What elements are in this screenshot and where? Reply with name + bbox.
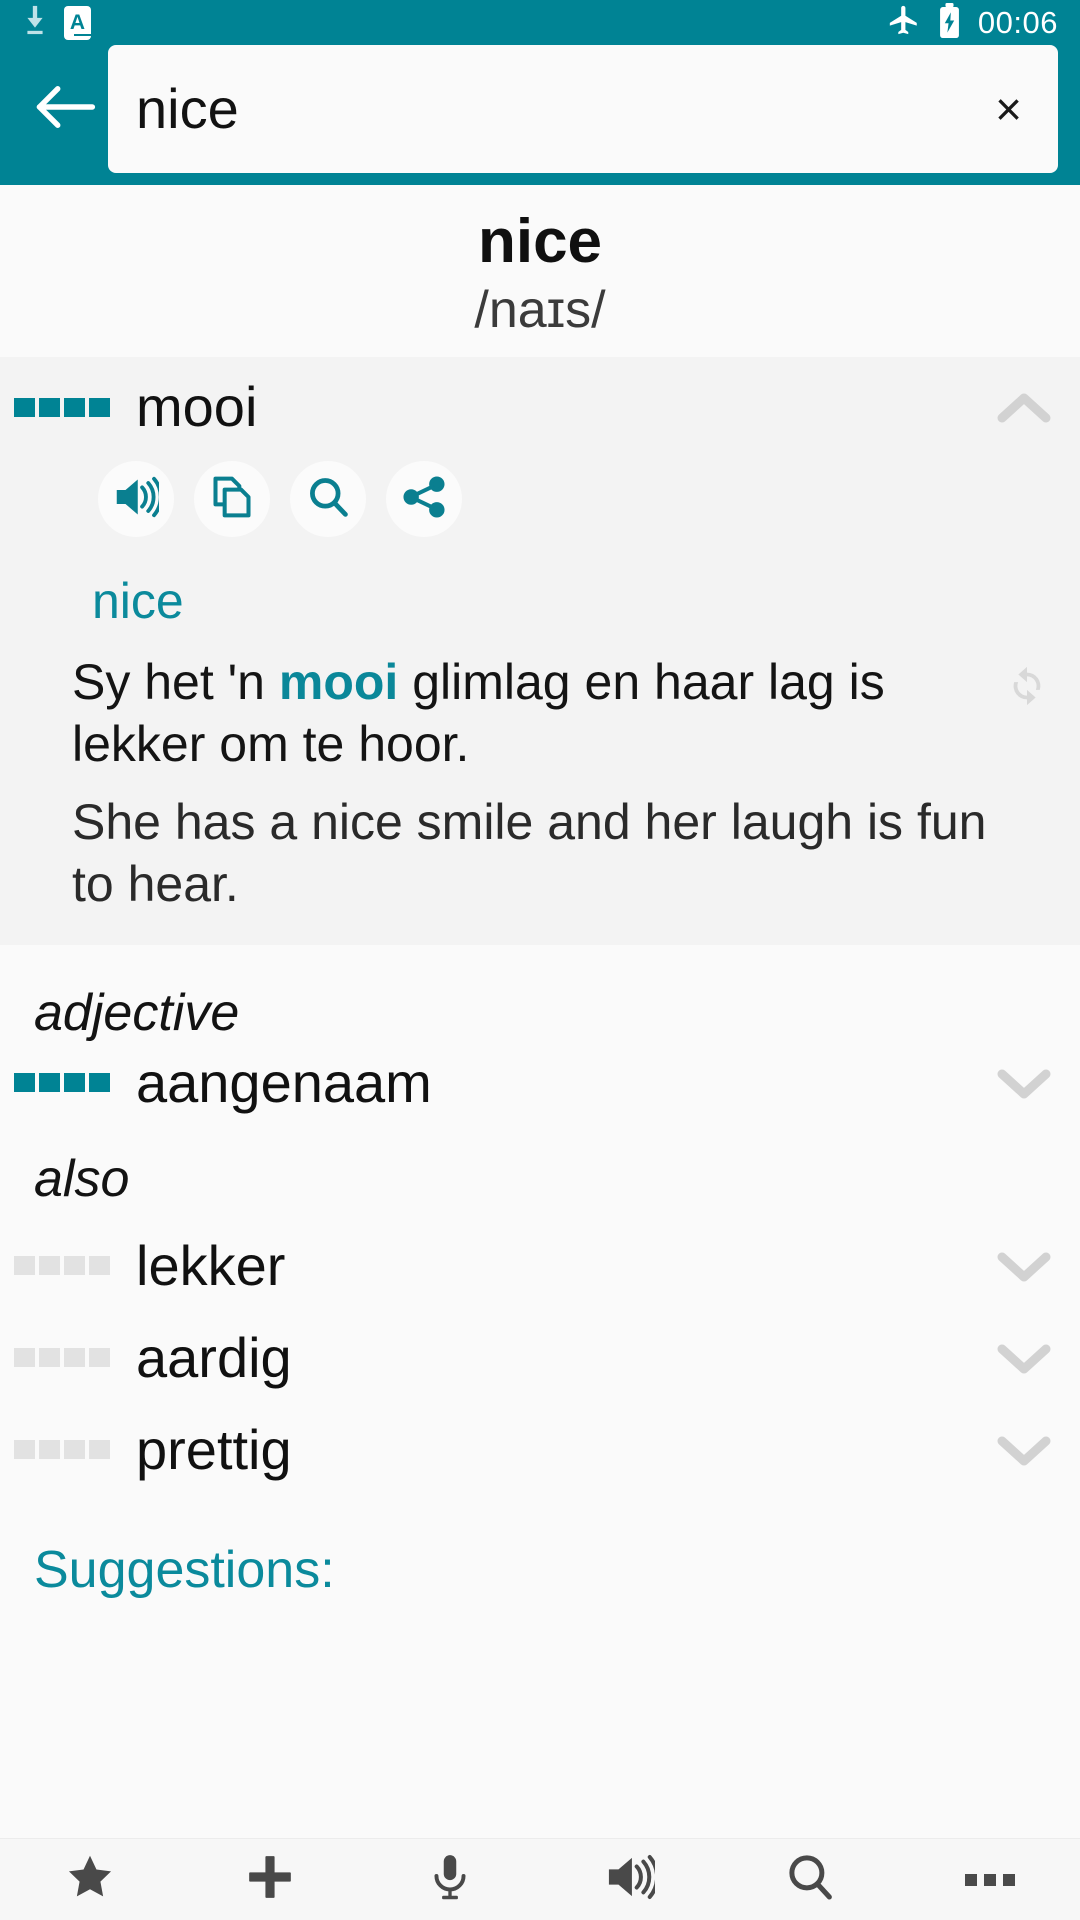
chevron-down-icon[interactable] bbox=[994, 1341, 1054, 1375]
example-block: Sy het 'n mooi glimlag en haar lag is le… bbox=[0, 637, 1080, 915]
frequency-indicator bbox=[14, 1440, 110, 1460]
section-adjective: adjective aangenaam bbox=[0, 945, 1080, 1110]
frequency-indicator bbox=[14, 397, 110, 417]
nav-search-button[interactable] bbox=[720, 1839, 900, 1920]
chevron-down-icon[interactable] bbox=[994, 1249, 1054, 1283]
back-arrow-icon bbox=[34, 82, 96, 137]
page-title: nice bbox=[477, 207, 603, 276]
refresh-icon bbox=[1004, 667, 1050, 713]
frequency-indicator bbox=[14, 1256, 110, 1276]
keyboard-language-letter: A bbox=[69, 11, 86, 34]
sense-row-aardig[interactable]: aardig bbox=[0, 1312, 1080, 1404]
sense-term: lekker bbox=[136, 1233, 286, 1297]
chevron-down-icon[interactable] bbox=[994, 1066, 1054, 1100]
nav-more-button[interactable] bbox=[900, 1839, 1080, 1920]
copy-button[interactable] bbox=[194, 461, 270, 538]
status-bar-right: 00:06 bbox=[887, 2, 1058, 43]
section-also: also lekker aardig prettig bbox=[0, 1111, 1080, 1496]
bottom-navigation-bar bbox=[0, 1838, 1080, 1920]
nav-voice-button[interactable] bbox=[360, 1839, 540, 1920]
speaker-icon bbox=[113, 476, 163, 523]
chevron-up-icon[interactable] bbox=[994, 390, 1054, 424]
back-button[interactable] bbox=[22, 82, 108, 137]
sense-gloss: nice bbox=[92, 573, 184, 630]
headword-block: nice /naɪs/ bbox=[0, 185, 1080, 357]
sense-term: mooi bbox=[136, 375, 258, 439]
download-icon bbox=[22, 5, 48, 40]
favorite-star-icon bbox=[65, 1852, 115, 1907]
frequency-indicator bbox=[14, 1073, 110, 1093]
airplane-mode-icon bbox=[887, 3, 921, 42]
speaker-button[interactable] bbox=[98, 461, 174, 538]
sense-row-prettig[interactable]: prettig bbox=[0, 1404, 1080, 1496]
example-source: Sy het 'n mooi glimlag en haar lag is le… bbox=[72, 651, 992, 775]
share-button[interactable] bbox=[386, 461, 462, 538]
sense-term: prettig bbox=[136, 1417, 292, 1481]
primary-sense-card: mooi nice Sy het 'n mooi glimlag en haar… bbox=[0, 357, 1080, 946]
search-field[interactable]: nice × bbox=[108, 45, 1058, 173]
add-plus-icon bbox=[245, 1852, 295, 1907]
entry-content: nice /naɪs/ mooi nice Sy het 'n mooi gli… bbox=[0, 185, 1080, 1838]
sense-action-bar bbox=[0, 435, 1080, 545]
microphone-icon bbox=[425, 1852, 475, 1907]
example-translation: She has a nice smile and her laugh is fu… bbox=[72, 794, 987, 913]
search-icon bbox=[785, 1852, 835, 1907]
sense-term: aardig bbox=[136, 1325, 292, 1389]
example-source-pre: Sy het 'n bbox=[72, 654, 279, 711]
status-bar-clock: 00:06 bbox=[977, 4, 1058, 40]
search-sense-button[interactable] bbox=[290, 461, 366, 538]
search-header: nice × bbox=[0, 45, 1080, 185]
battery-charging-icon bbox=[938, 2, 961, 43]
example-highlight: mooi bbox=[278, 654, 399, 711]
share-icon bbox=[402, 475, 446, 524]
section-title: adjective bbox=[34, 984, 240, 1043]
nav-add-button[interactable] bbox=[180, 1839, 360, 1920]
status-bar-left: A bbox=[22, 5, 91, 40]
nav-sound-button[interactable] bbox=[540, 1839, 720, 1920]
speaker-icon bbox=[605, 1854, 660, 1905]
frequency-indicator bbox=[14, 1348, 110, 1368]
nav-favorites-button[interactable] bbox=[0, 1839, 180, 1920]
chevron-down-icon[interactable] bbox=[994, 1433, 1054, 1467]
suggestions-label: Suggestions: bbox=[34, 1540, 335, 1599]
status-bar: A 00:06 bbox=[0, 0, 1080, 45]
search-icon bbox=[306, 475, 350, 524]
pronunciation: /naɪs/ bbox=[474, 281, 606, 340]
example-text: Sy het 'n mooi glimlag en haar lag is le… bbox=[72, 651, 992, 915]
sense-header-mooi[interactable]: mooi bbox=[0, 379, 1080, 435]
refresh-example-button[interactable] bbox=[1004, 651, 1050, 915]
copy-icon bbox=[211, 475, 253, 524]
search-input[interactable]: nice bbox=[136, 81, 971, 137]
sense-row-aangenaam[interactable]: aangenaam bbox=[0, 1050, 1080, 1114]
section-title: also bbox=[34, 1149, 130, 1208]
sense-row-lekker[interactable]: lekker bbox=[0, 1220, 1080, 1312]
more-options-icon bbox=[965, 1873, 1015, 1886]
sense-term: aangenaam bbox=[136, 1050, 432, 1114]
keyboard-language-icon: A bbox=[64, 5, 91, 40]
clear-search-button[interactable]: × bbox=[981, 86, 1036, 132]
